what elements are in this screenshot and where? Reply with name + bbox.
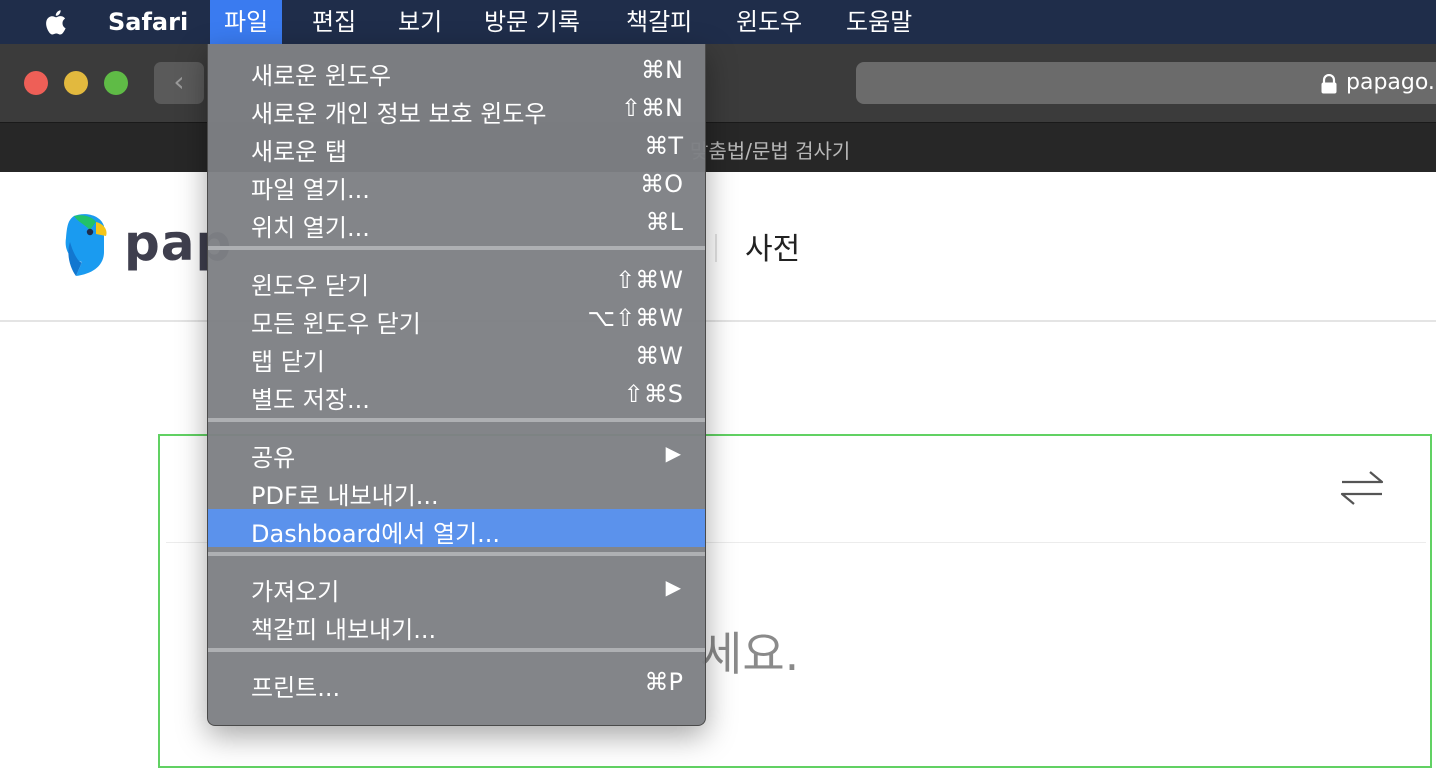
menu-item-shortcut: ⌥⇧⌘W — [587, 304, 684, 332]
menu-item-label: 공유 — [251, 444, 296, 472]
address-bar[interactable]: papago. — [856, 62, 1436, 104]
submenu-arrow-icon: ▶ — [665, 441, 681, 465]
window-zoom-button[interactable] — [104, 71, 128, 95]
menu-separator — [208, 648, 705, 652]
lock-icon — [1321, 74, 1337, 94]
menu-item-label: 윈도우 닫기 — [251, 272, 370, 300]
file-menu-item[interactable]: 책갈피 내보내기... — [208, 605, 705, 644]
menu-item-label: 별도 저장... — [251, 386, 370, 414]
papago-logo-icon[interactable] — [60, 212, 112, 278]
menu-window[interactable]: 윈도우 — [722, 0, 816, 44]
menu-item-label: PDF로 내보내기... — [251, 482, 439, 510]
file-menu-item[interactable]: 새로운 개인 정보 보호 윈도우 ⇧⌘N — [208, 89, 705, 128]
menu-item-shortcut: ⌘L — [645, 208, 683, 236]
menu-item-shortcut: ⌘N — [641, 56, 683, 84]
menu-separator — [208, 418, 705, 422]
menu-separator — [208, 552, 705, 556]
file-menu-dropdown: 새로운 윈도우 ⌘N 새로운 개인 정보 보호 윈도우 ⇧⌘N 새로운 탭 ⌘T 파일 열기… — [207, 44, 706, 726]
menu-bar: Safari 파일 편집 보기 방문 기록 책갈피 윈도우 도움말 — [0, 0, 1436, 44]
menu-item-label: 위치 열기... — [251, 214, 370, 242]
file-menu-item[interactable]: 새로운 윈도우 ⌘N — [208, 51, 705, 90]
menu-item-label: 프린트... — [251, 674, 341, 702]
menu-help[interactable]: 도움말 — [832, 0, 926, 44]
menu-edit[interactable]: 편집 — [298, 0, 370, 44]
menu-item-label: 새로운 탭 — [251, 138, 347, 166]
file-menu-item[interactable]: 새로운 탭 ⌘T — [208, 127, 705, 166]
source-text-placeholder[interactable]: 세요. — [700, 618, 799, 684]
menu-item-shortcut: ⌘T — [644, 132, 683, 160]
menu-item-label: 새로운 개인 정보 보호 윈도우 — [251, 100, 547, 128]
submenu-arrow-icon: ▶ — [665, 575, 681, 599]
window-minimize-button[interactable] — [64, 71, 88, 95]
file-menu-item[interactable]: PDF로 내보내기... — [208, 471, 705, 510]
file-menu-item[interactable]: 별도 저장... ⇧⌘S — [208, 375, 705, 414]
nav-dictionary-link[interactable]: 사전 — [745, 224, 800, 268]
tab-title[interactable]: 맞춤법/문법 검사기 — [690, 135, 850, 164]
menu-app-name[interactable]: Safari — [94, 0, 202, 44]
menu-separator — [208, 246, 705, 250]
menu-item-label: 파일 열기... — [251, 176, 370, 204]
swap-languages-icon[interactable] — [1338, 466, 1386, 510]
menu-file[interactable]: 파일 — [210, 0, 283, 44]
menu-history[interactable]: 방문 기록 — [470, 0, 594, 44]
apple-icon[interactable] — [40, 6, 72, 38]
menu-item-label: 새로운 윈도우 — [251, 62, 392, 90]
menu-item-label: Dashboard에서 열기... — [251, 520, 501, 548]
file-menu-item[interactable]: 파일 열기... ⌘O — [208, 165, 705, 204]
menu-item-shortcut: ⇧⌘S — [623, 380, 683, 408]
menu-item-label: 탭 닫기 — [251, 348, 325, 376]
menu-item-shortcut: ⇧⌘W — [615, 266, 683, 294]
menu-item-shortcut: ⌘P — [644, 668, 683, 696]
menu-item-shortcut: ⇧⌘N — [620, 94, 683, 122]
menu-item-label: 책갈피 내보내기... — [251, 616, 437, 644]
menu-view[interactable]: 보기 — [384, 0, 456, 44]
menu-item-label: 가져오기 — [251, 578, 340, 606]
menu-item-shortcut: ⌘O — [640, 170, 683, 198]
chevron-left-icon: ‹ — [173, 65, 185, 98]
back-button[interactable]: ‹ — [154, 62, 204, 104]
file-menu-item[interactable]: 윈도우 닫기 ⇧⌘W — [208, 261, 705, 300]
menu-item-label: 모든 윈도우 닫기 — [251, 310, 421, 338]
file-menu-item[interactable]: 프린트... ⌘P — [208, 663, 705, 702]
file-menu-item[interactable]: 탭 닫기 ⌘W — [208, 337, 705, 376]
file-menu-item[interactable]: 가져오기 ▶ — [208, 567, 705, 606]
nav-divider — [715, 234, 717, 262]
window-close-button[interactable] — [24, 71, 48, 95]
menu-bookmarks[interactable]: 책갈피 — [612, 0, 706, 44]
menu-item-shortcut: ⌘W — [635, 342, 683, 370]
file-menu-item[interactable]: 공유 ▶ — [208, 433, 705, 472]
file-menu-item[interactable]: Dashboard에서 열기... — [208, 509, 705, 548]
file-menu-item[interactable]: 모든 윈도우 닫기 ⌥⇧⌘W — [208, 299, 705, 338]
url-text: papago. — [1346, 70, 1435, 95]
file-menu-item[interactable]: 위치 열기... ⌘L — [208, 203, 705, 242]
